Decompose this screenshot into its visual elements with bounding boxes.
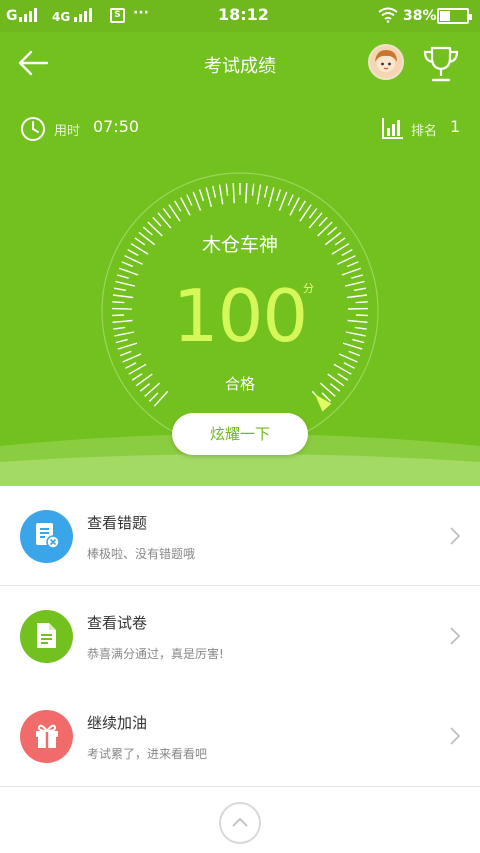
chevron-up-icon	[232, 817, 248, 827]
chevron-right-icon	[450, 727, 461, 745]
signal-icon-2	[74, 8, 92, 22]
notification-icon: S	[110, 8, 125, 23]
gauge-tick	[298, 200, 306, 212]
list-item-title: 继续加油	[87, 714, 148, 732]
gauge-tick	[267, 187, 275, 207]
status-bar: G 4G S ··· 18:12 38%	[0, 0, 480, 32]
score-value: 100	[172, 274, 308, 358]
gauge-tick	[278, 191, 288, 211]
signal-icon	[19, 8, 37, 22]
gauge-tick	[275, 189, 282, 202]
gauge-tick	[205, 187, 213, 207]
gauge-tick	[263, 185, 268, 198]
gauge-tick	[180, 197, 191, 216]
time-label: 用时	[54, 124, 81, 139]
gauge-tick	[186, 194, 193, 206]
score-unit: 分	[303, 282, 314, 295]
wifi-icon	[378, 7, 398, 23]
list-item-subtitle: 棒极啦、没有错题哦	[87, 547, 196, 561]
battery-icon	[437, 8, 472, 24]
chevron-right-icon	[450, 527, 461, 545]
gauge-tick	[121, 261, 134, 268]
wrong-questions-icon	[20, 510, 73, 563]
gauge-tick	[198, 189, 205, 202]
time-value: 07:50	[93, 117, 140, 136]
gift-icon	[20, 710, 73, 763]
carrier-label: G	[6, 8, 18, 24]
gauge-tick	[256, 184, 262, 205]
gauge-tick	[318, 216, 328, 227]
gauge-tick	[212, 185, 217, 198]
gauge-tick	[308, 208, 318, 219]
page-title: 考试成绩	[204, 56, 276, 77]
pass-status: 合格	[224, 375, 255, 393]
list-item-subtitle: 恭喜满分通过，真是厉害!	[87, 647, 224, 661]
share-button[interactable]: 炫耀一下	[172, 413, 308, 455]
rank-value: 1	[450, 117, 461, 136]
gauge-tick	[245, 183, 248, 204]
username: 木仓车神	[201, 234, 278, 256]
gauge-tick	[232, 183, 235, 204]
list-item-wrong-questions[interactable]: 查看错题 棒极啦、没有错题哦	[0, 486, 480, 586]
avatar[interactable]	[368, 44, 404, 80]
gauge-tick	[192, 191, 202, 211]
gauge-tick	[341, 267, 361, 276]
scroll-up-button[interactable]	[219, 802, 261, 844]
trophy-icon[interactable]	[422, 44, 460, 84]
rank-chart-icon	[382, 118, 403, 139]
gauge-tick	[346, 261, 359, 268]
avatar-image	[375, 50, 397, 72]
gauge-tick	[225, 183, 229, 196]
list-item-keep-going[interactable]: 继续加油 考试累了，进来看看吧	[0, 686, 480, 786]
gauge-tick	[251, 183, 255, 196]
list-item-title: 查看试卷	[87, 614, 148, 632]
rank-label: 排名	[411, 124, 438, 139]
clock: 18:12	[218, 5, 269, 24]
paper-icon	[20, 610, 73, 663]
gauge-tick	[119, 267, 139, 276]
action-list: 查看错题 棒极啦、没有错题哦 查看试卷 恭喜满分通过，真是厉害! 继续加油 考试…	[0, 486, 480, 786]
battery-percent: 38%	[403, 8, 437, 24]
gauge-tick	[289, 197, 300, 216]
gauge-tick	[125, 362, 137, 369]
gauge-tick	[287, 194, 294, 206]
gauge-tick	[162, 208, 172, 219]
chevron-right-icon	[450, 627, 461, 645]
clock-icon	[21, 117, 45, 141]
result-header: 考试成绩 用时 07:50 排名 1 木仓车神 100 分 合格 炫耀一下	[0, 32, 480, 486]
list-item-subtitle: 考试累了，进来看看吧	[87, 747, 208, 761]
more-notifications: ···	[133, 5, 149, 21]
network-type-label: 4G	[52, 10, 71, 24]
gauge-tick	[343, 362, 355, 369]
list-item-title: 查看错题	[87, 514, 148, 532]
gauge-tick	[152, 216, 162, 227]
gauge-tick	[174, 200, 182, 212]
list-item-view-paper[interactable]: 查看试卷 恭喜满分通过，真是厉害!	[0, 586, 480, 686]
gauge-pointer	[314, 394, 332, 412]
gauge-tick	[218, 184, 224, 205]
footer	[0, 786, 480, 853]
gauge-tick	[148, 392, 159, 402]
